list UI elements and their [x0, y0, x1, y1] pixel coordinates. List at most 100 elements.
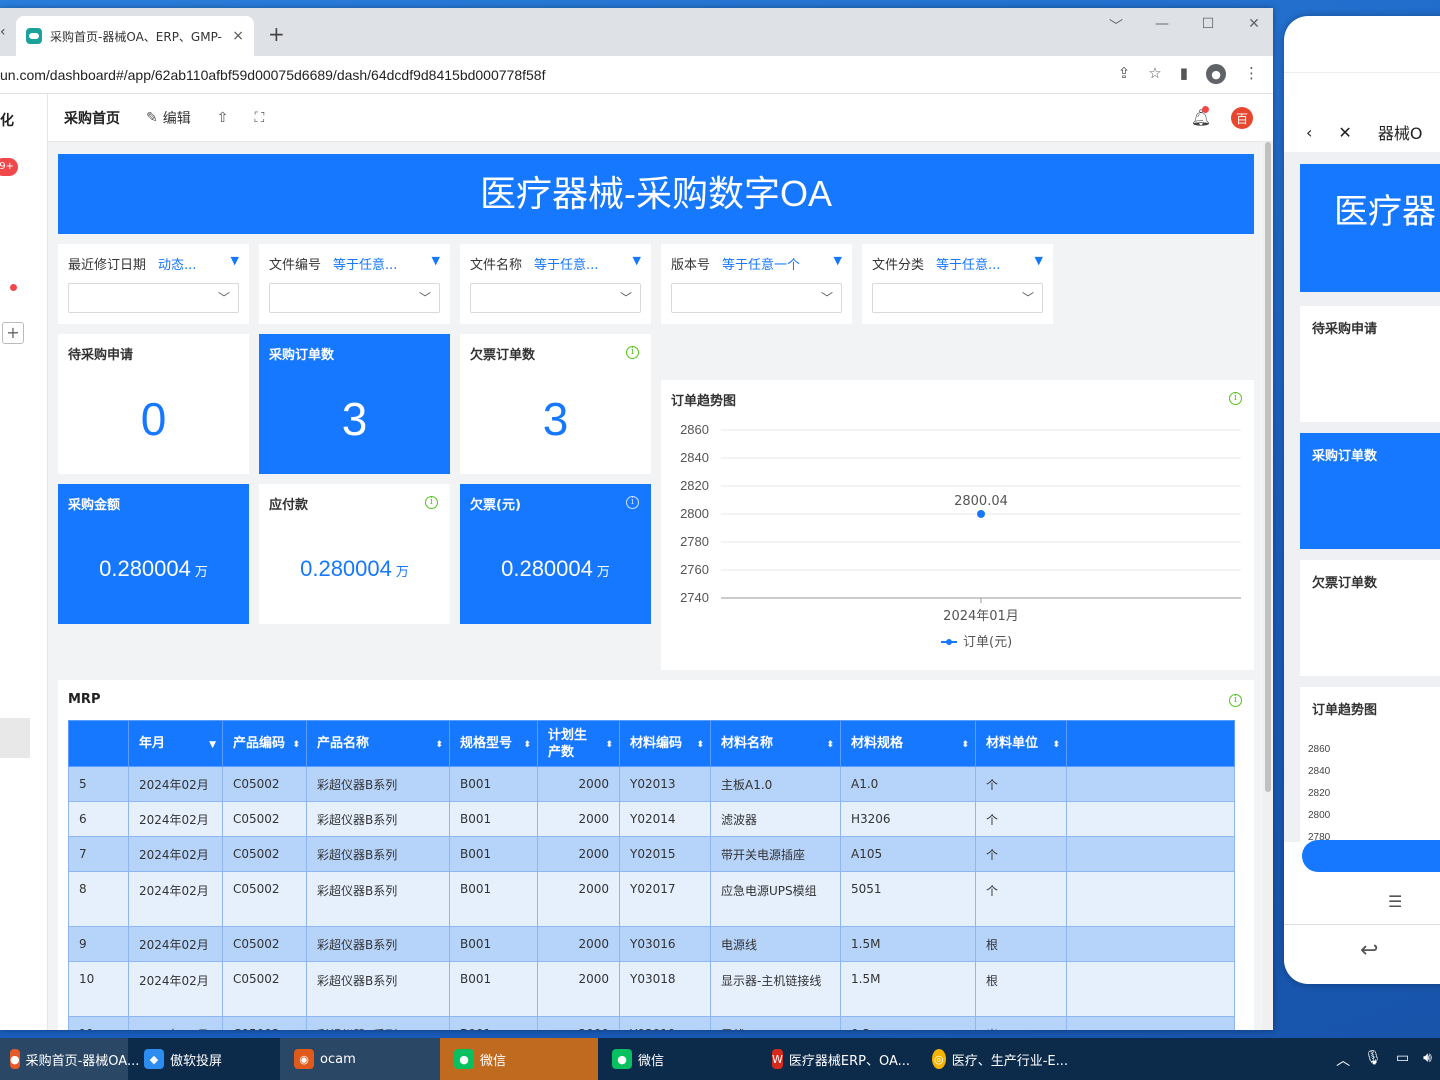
sort-icon[interactable]: ⬍ — [435, 737, 443, 754]
back-icon[interactable]: ‹ — [1306, 123, 1312, 142]
table-cell: 2000 — [537, 801, 620, 837]
sort-icon[interactable]: ⬍ — [292, 737, 300, 754]
table-cell: 2000 — [537, 871, 620, 927]
caret-down-icon[interactable]: ▼ — [633, 254, 641, 273]
share-icon[interactable]: ⇪ — [1118, 64, 1131, 84]
filter-select[interactable]: ﹀ — [68, 283, 239, 313]
tab-close-icon[interactable]: × — [232, 28, 244, 44]
column-header[interactable]: 材料名称 ⬍ — [710, 720, 841, 767]
sort-icon[interactable]: ⬍ — [961, 737, 969, 754]
caret-down-icon[interactable]: ▼ — [432, 254, 440, 273]
column-header-label: 材料单位 — [986, 736, 1039, 751]
phone-card-owed[interactable]: 欠票订单数 — [1300, 560, 1440, 676]
info-icon[interactable]: i — [425, 496, 438, 509]
volume-icon[interactable]: 🔊︎ — [1423, 1050, 1432, 1070]
taskbar-item-wechat-1[interactable]: ● 微信 — [440, 1038, 598, 1080]
network-icon[interactable]: ▭ — [1396, 1050, 1409, 1070]
sort-icon[interactable]: ⬍ — [523, 737, 531, 754]
taskbar-item-ocam[interactable]: ◉ ocam — [280, 1038, 440, 1080]
card-title: 欠票(元) — [470, 498, 521, 513]
taskbar-item-wps[interactable]: W 医疗器械ERP、OA... — [758, 1038, 918, 1080]
profile-icon[interactable]: ● — [1206, 64, 1226, 84]
info-icon[interactable]: i — [626, 346, 639, 359]
filter-select[interactable]: ﹀ — [671, 283, 842, 313]
table-row[interactable]: 10 2024年02月 C05002 彩超仪器B系列 B001 2000 Y03018 显示器… — [68, 961, 1235, 1017]
table-cell: 应急电源UPS模组 — [710, 871, 841, 927]
edit-button[interactable]: ✎ 编辑 — [146, 108, 191, 128]
info-icon[interactable]: i — [626, 496, 639, 509]
export-icon[interactable]: ⇧ — [217, 110, 229, 126]
new-tab-button[interactable]: + — [268, 22, 285, 46]
taskbar-item-wechat-2[interactable]: ● 微信 — [598, 1038, 758, 1080]
card-pending-requests[interactable]: 待采购申请 0 — [58, 334, 249, 474]
phone-card-pending[interactable]: 待采购申请 — [1300, 306, 1440, 422]
close-window-button[interactable]: ✕ — [1245, 16, 1263, 36]
column-header[interactable]: 产品名称 ⬍ — [306, 720, 450, 767]
tray-expand-icon[interactable]: ︿ — [1336, 1050, 1350, 1070]
filter-select[interactable]: ﹀ — [269, 283, 440, 313]
taskbar-item-screencast[interactable]: ◆ 傲软投屏 — [128, 1038, 280, 1080]
card-payable[interactable]: 应付款 i 0.280004 万 — [259, 484, 450, 624]
filter-operator[interactable]: 等于任意... — [936, 254, 1000, 273]
rail-selected-item[interactable] — [0, 718, 30, 758]
table-row[interactable]: 9 2024年02月 C05002 彩超仪器B系列 B001 2000 Y03016 电源线 1… — [68, 926, 1235, 962]
filter-select[interactable]: ﹀ — [872, 283, 1043, 313]
return-icon[interactable]: ↩ — [1360, 938, 1378, 963]
table-row[interactable]: 5 2024年02月 C05002 彩超仪器B系列 B001 2000 Y02013 主板A1… — [68, 766, 1235, 802]
browser-tab-active[interactable]: 采购首页-器械OA、ERP、GMP- × — [16, 16, 254, 56]
table-row[interactable]: 8 2024年02月 C05002 彩超仪器B系列 B001 2000 Y02017 应急电源… — [68, 871, 1235, 927]
taskbar-item-chrome[interactable]: ◎ 医疗、生产行业-E... — [918, 1038, 1078, 1080]
column-header[interactable]: 材料编码 ⬍ — [619, 720, 711, 767]
hamburger-menu-icon[interactable]: ☰ — [1388, 892, 1402, 911]
sort-icon[interactable]: ▼ — [209, 737, 216, 754]
filter-operator[interactable]: 等于任意... — [534, 254, 598, 273]
column-header[interactable]: 规格型号 ⬍ — [449, 720, 538, 767]
table-row[interactable]: 7 2024年02月 C05002 彩超仪器B系列 B001 2000 Y02015 带开关电… — [68, 836, 1235, 872]
table-cell: 彩超仪器B系列 — [306, 961, 450, 1017]
card-owed-orders[interactable]: 欠票订单数 i 3 — [460, 334, 651, 474]
user-avatar[interactable]: 百 — [1231, 107, 1253, 129]
column-header[interactable]: 材料规格 ⬍ — [840, 720, 976, 767]
sort-icon[interactable]: ⬍ — [605, 737, 613, 754]
phone-action-button[interactable] — [1302, 840, 1440, 872]
caret-down-icon[interactable]: ▼ — [1035, 254, 1043, 273]
info-icon[interactable]: i — [1229, 694, 1242, 707]
minimize-button[interactable]: — — [1153, 16, 1171, 36]
maximize-button[interactable]: ☐ — [1199, 16, 1217, 36]
column-header[interactable]: 计划生产数 ⬍ — [537, 720, 620, 767]
card-purchase-amount[interactable]: 采购金额 0.280004 万 — [58, 484, 249, 624]
caret-down-icon[interactable]: ▼ — [834, 254, 842, 273]
filter-operator[interactable]: 动态... — [158, 254, 196, 273]
bookmark-star-icon[interactable]: ☆ — [1148, 64, 1161, 84]
scroll-thumb[interactable] — [1265, 142, 1271, 792]
caret-down-icon[interactable]: ▼ — [231, 254, 239, 273]
sort-icon[interactable]: ⬍ — [826, 737, 834, 754]
table-row[interactable]: 6 2024年02月 C05002 彩超仪器B系列 B001 2000 Y02014 滤波器 H… — [68, 801, 1235, 837]
phone-card-orders[interactable]: 采购订单数 — [1300, 433, 1440, 549]
filter-label: 最近修订日期 — [68, 258, 147, 273]
tab-search-icon[interactable]: ﹀ — [1107, 16, 1125, 36]
table-row[interactable]: 112024年02月C05002彩超仪器B系列B0012000Y03019导线0… — [68, 1016, 1235, 1030]
menu-kebab-icon[interactable]: ⋮ — [1244, 64, 1259, 84]
fullscreen-icon[interactable]: ⛶ — [254, 110, 264, 126]
url-field[interactable]: un.com/dashboard#/app/62ab110afbf59d0007… — [0, 67, 545, 83]
side-panel-icon[interactable]: ▮ — [1180, 64, 1188, 84]
sort-icon[interactable]: ⬍ — [696, 737, 704, 754]
column-header[interactable]: 年月 ▼ — [128, 720, 223, 767]
sort-icon[interactable]: ⬍ — [1052, 737, 1060, 754]
phone-axis-tick: 2860 — [1308, 744, 1331, 755]
card-purchase-orders[interactable]: 采购订单数 3 — [259, 334, 450, 474]
page-scrollbar[interactable] — [1263, 142, 1273, 1030]
table-cell: B001 — [449, 766, 538, 802]
tab-scroll-left-icon[interactable]: ‹ — [0, 24, 6, 40]
column-header[interactable]: 产品编码 ⬍ — [222, 720, 307, 767]
column-header[interactable]: 材料单位 ⬍ — [975, 720, 1067, 767]
microphone-icon[interactable]: 🎙︎ — [1364, 1050, 1382, 1070]
card-owed-amount[interactable]: 欠票(元) i 0.280004 万 — [460, 484, 651, 624]
close-icon[interactable]: ✕ — [1338, 123, 1351, 142]
taskbar-item-browser[interactable]: ● 采购首页-器械OA... — [0, 1038, 139, 1080]
filter-operator[interactable]: 等于任意... — [333, 254, 397, 273]
add-icon[interactable]: + — [2, 322, 24, 344]
filter-select[interactable]: ﹀ — [470, 283, 641, 313]
filter-operator[interactable]: 等于任意一个 — [722, 254, 800, 273]
